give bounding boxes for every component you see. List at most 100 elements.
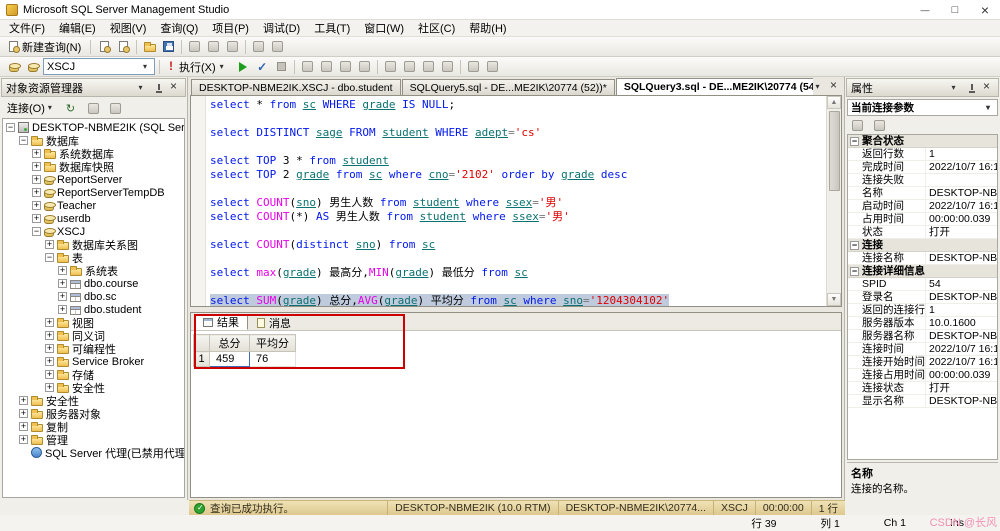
property-row[interactable]: 显示名称DESKTOP-NBME2IK bbox=[848, 395, 997, 408]
menu-item[interactable]: 社区(C) bbox=[411, 19, 462, 37]
expand-toggle-icon[interactable] bbox=[32, 214, 41, 223]
editor-line[interactable]: select SUM(grade) 总分,AVG(grade) 平均分 from… bbox=[210, 294, 826, 306]
property-category[interactable]: 聚合状态 bbox=[848, 135, 997, 148]
expand-toggle-icon[interactable] bbox=[19, 409, 28, 418]
expand-toggle-icon[interactable] bbox=[45, 383, 54, 392]
scroll-down-icon[interactable]: ▼ bbox=[827, 293, 841, 306]
menu-item[interactable]: 视图(V) bbox=[103, 19, 154, 37]
menu-item[interactable]: 工具(T) bbox=[307, 19, 357, 37]
object-tree[interactable]: DESKTOP-NBME2IK (SQL Server 10.0.160... 数… bbox=[2, 118, 185, 498]
menu-item[interactable]: 帮助(H) bbox=[462, 19, 513, 37]
generic-button[interactable] bbox=[355, 58, 374, 75]
parse-check-button[interactable] bbox=[253, 58, 272, 75]
tree-node[interactable]: 服务器对象 bbox=[3, 407, 184, 420]
open-file-button[interactable] bbox=[140, 38, 159, 55]
property-row[interactable]: 占用时间00:00:00.039 bbox=[848, 213, 997, 226]
property-row[interactable]: 服务器版本10.0.1600 bbox=[848, 317, 997, 330]
tab-list-chevron-icon[interactable] bbox=[813, 80, 826, 93]
menu-item[interactable]: 项目(P) bbox=[205, 19, 256, 37]
editor-line[interactable]: select DISTINCT sage FROM student WHERE … bbox=[210, 126, 826, 140]
editor-line[interactable] bbox=[210, 182, 826, 196]
editor-line[interactable]: select max(grade) 最高分,MIN(grade) 最低分 fro… bbox=[210, 266, 826, 280]
tree-node[interactable]: 系统表 bbox=[3, 264, 184, 277]
database-query-button[interactable] bbox=[95, 38, 114, 55]
collapse-toggle-icon[interactable] bbox=[850, 137, 859, 146]
alphabetical-sort-button[interactable] bbox=[870, 117, 889, 134]
expand-toggle-icon[interactable] bbox=[58, 292, 67, 301]
generic-button[interactable] bbox=[249, 38, 268, 55]
collapse-toggle-icon[interactable] bbox=[19, 136, 28, 145]
tree-node[interactable]: 可编程性 bbox=[3, 342, 184, 355]
property-category[interactable]: 连接详细信息 bbox=[848, 265, 997, 278]
editor-line[interactable] bbox=[210, 224, 826, 238]
editor-line[interactable] bbox=[210, 112, 826, 126]
expand-toggle-icon[interactable] bbox=[32, 201, 41, 210]
editor-line[interactable] bbox=[210, 280, 826, 294]
database-combo[interactable]: XSCJ bbox=[43, 58, 155, 75]
expand-toggle-icon[interactable] bbox=[19, 435, 28, 444]
property-row[interactable]: 连接占用时间00:00:00.039 bbox=[848, 369, 997, 382]
new-query-button[interactable]: 新建查询(N) bbox=[4, 38, 86, 56]
change-db-button[interactable] bbox=[23, 58, 42, 75]
categorize-button[interactable] bbox=[848, 117, 867, 134]
expand-toggle-icon[interactable] bbox=[58, 266, 67, 275]
save-button[interactable] bbox=[159, 38, 178, 55]
property-row[interactable]: 启动时间2022/10/7 16:14 bbox=[848, 200, 997, 213]
document-tab[interactable]: SQLQuery3.sql - DE...ME2IK\20774 (54))* bbox=[616, 78, 813, 95]
generic-button[interactable] bbox=[419, 58, 438, 75]
property-row[interactable]: 返回的连接行数1 bbox=[848, 304, 997, 317]
sql-editor[interactable]: select * from sc WHERE grade IS NULL; sel… bbox=[190, 95, 842, 307]
properties-object-combo[interactable]: 当前连接参数 bbox=[847, 99, 998, 116]
scroll-up-icon[interactable]: ▲ bbox=[827, 96, 841, 109]
generic-button[interactable] bbox=[204, 38, 223, 55]
results-tab[interactable]: 消息 bbox=[249, 315, 299, 330]
property-row[interactable]: 名称DESKTOP-NBME2IK bbox=[848, 187, 997, 200]
expand-toggle-icon[interactable] bbox=[45, 357, 54, 366]
generic-button[interactable] bbox=[317, 58, 336, 75]
expand-toggle-icon[interactable] bbox=[45, 331, 54, 340]
property-row[interactable]: SPID54 bbox=[848, 278, 997, 291]
menu-item[interactable]: 文件(F) bbox=[2, 19, 52, 37]
tree-node[interactable]: ReportServer bbox=[3, 173, 184, 186]
expand-toggle-icon[interactable] bbox=[45, 318, 54, 327]
results-cell[interactable]: 459 bbox=[210, 352, 250, 367]
expand-toggle-icon[interactable] bbox=[32, 149, 41, 158]
tree-node[interactable]: 复制 bbox=[3, 420, 184, 433]
property-row[interactable]: 服务器名称DESKTOP-NBME2IK bbox=[848, 330, 997, 343]
editor-line[interactable]: select * from sc WHERE grade IS NULL; bbox=[210, 98, 826, 112]
editor-line[interactable]: select COUNT(sno) 男生人数 from student wher… bbox=[210, 196, 826, 210]
editor-line[interactable]: select TOP 3 * from student bbox=[210, 154, 826, 168]
expand-toggle-icon[interactable] bbox=[58, 279, 67, 288]
document-tab[interactable]: DESKTOP-NBME2IK.XSCJ - dbo.student bbox=[191, 79, 401, 95]
generic-button[interactable] bbox=[464, 58, 483, 75]
generic-button[interactable] bbox=[268, 38, 287, 55]
scrollbar-thumb[interactable] bbox=[829, 111, 840, 191]
tree-node[interactable]: DESKTOP-NBME2IK (SQL Server 10.0.160... bbox=[3, 121, 184, 134]
property-row[interactable]: 连接失败 bbox=[848, 174, 997, 187]
property-row[interactable]: 连接名称DESKTOP-NBME2IK bbox=[848, 252, 997, 265]
collapse-toggle-icon[interactable] bbox=[850, 241, 859, 250]
close-icon[interactable] bbox=[981, 81, 994, 94]
tree-node[interactable]: 数据库快照 bbox=[3, 160, 184, 173]
close-icon[interactable] bbox=[168, 81, 181, 94]
properties-grid[interactable]: 聚合状态返回行数1完成时间2022/10/7 16:14连接失败名称DESKTO… bbox=[847, 134, 998, 460]
property-row[interactable]: 状态打开 bbox=[848, 226, 997, 239]
tree-node[interactable]: dbo.sc bbox=[3, 290, 184, 303]
property-row[interactable]: 完成时间2022/10/7 16:14 bbox=[848, 161, 997, 174]
expand-toggle-icon[interactable] bbox=[19, 396, 28, 405]
connect-db-button[interactable] bbox=[4, 58, 23, 75]
editor-line[interactable]: select TOP 2 grade from sc where cno='21… bbox=[210, 168, 826, 182]
editor-line[interactable] bbox=[210, 140, 826, 154]
chevron-down-icon[interactable] bbox=[949, 81, 962, 94]
expand-toggle-icon[interactable] bbox=[32, 162, 41, 171]
debug-play-button[interactable] bbox=[234, 58, 253, 75]
generic-button[interactable] bbox=[106, 100, 125, 117]
editor-line[interactable] bbox=[210, 252, 826, 266]
property-row[interactable]: 返回行数1 bbox=[848, 148, 997, 161]
tree-node[interactable]: 数据库关系图 bbox=[3, 238, 184, 251]
menu-item[interactable]: 编辑(E) bbox=[52, 19, 103, 37]
tree-node[interactable]: userdb bbox=[3, 212, 184, 225]
analysis-query-button[interactable] bbox=[114, 38, 133, 55]
minimize-button[interactable] bbox=[910, 0, 940, 19]
editor-content[interactable]: select * from sc WHERE grade IS NULL; sel… bbox=[206, 96, 826, 306]
